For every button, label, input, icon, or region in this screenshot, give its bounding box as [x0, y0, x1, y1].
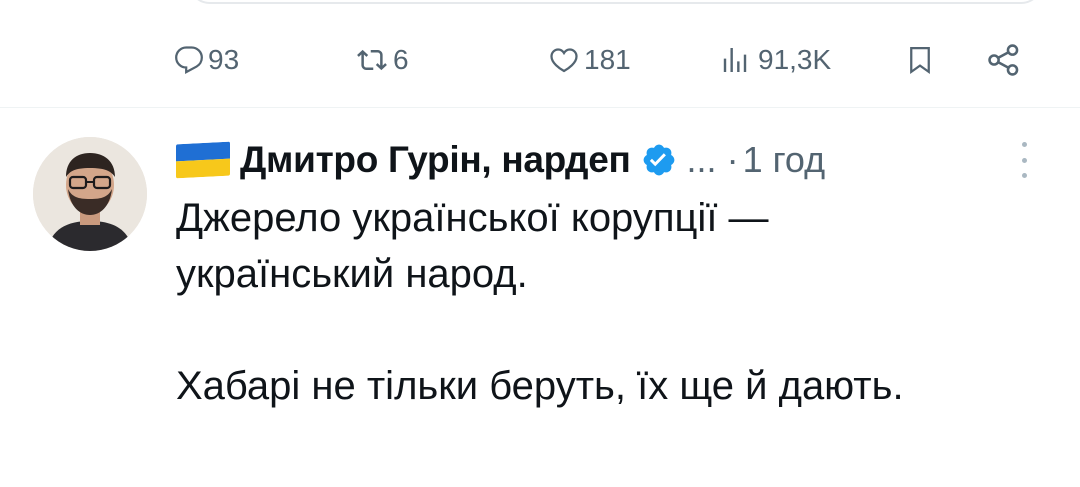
bookmark-button[interactable]	[905, 30, 935, 90]
tweet-line: український народ.	[176, 252, 528, 296]
tweet-line: Хабарі не тільки беруть, їх ще й дають.	[176, 364, 904, 408]
like-count: 181	[584, 44, 631, 75]
ukraine-flag-icon	[176, 141, 230, 179]
reply-icon	[174, 45, 204, 75]
heart-icon	[548, 45, 580, 75]
bookmark-icon	[905, 43, 935, 77]
author-avatar[interactable]	[33, 137, 147, 251]
retweet-icon	[355, 45, 389, 75]
name-truncation: ...	[686, 139, 717, 180]
like-button[interactable]: 181	[548, 30, 631, 90]
previous-tweet-card-edge	[188, 0, 1043, 4]
retweet-count: 6	[393, 44, 409, 75]
meta-separator: ·	[726, 139, 739, 180]
tweet-body: Джерело української корупції — українськ…	[176, 190, 1056, 414]
reply-button[interactable]: 93	[174, 30, 239, 90]
views-button[interactable]: 91,3K	[720, 30, 831, 90]
analytics-icon	[720, 44, 754, 76]
share-icon	[984, 43, 1024, 77]
retweet-button[interactable]: 6	[355, 30, 409, 90]
tweet-divider	[0, 107, 1080, 108]
tweet-line: Джерело української корупції —	[176, 196, 769, 240]
verified-badge-icon	[641, 142, 677, 178]
more-options-icon[interactable]	[1014, 142, 1034, 178]
reply-count: 93	[208, 44, 240, 75]
tweet-timestamp[interactable]: 1 год	[743, 139, 826, 181]
author-name[interactable]: Дмитро Гурін, нардеп	[240, 139, 631, 181]
tweet-header: Дмитро Гурін, нардеп ... · 1 год	[176, 134, 1056, 186]
share-button[interactable]	[984, 30, 1024, 90]
tweet-action-bar: 93 6 181 91,3K	[0, 30, 1080, 90]
views-count: 91,3K	[758, 44, 832, 75]
